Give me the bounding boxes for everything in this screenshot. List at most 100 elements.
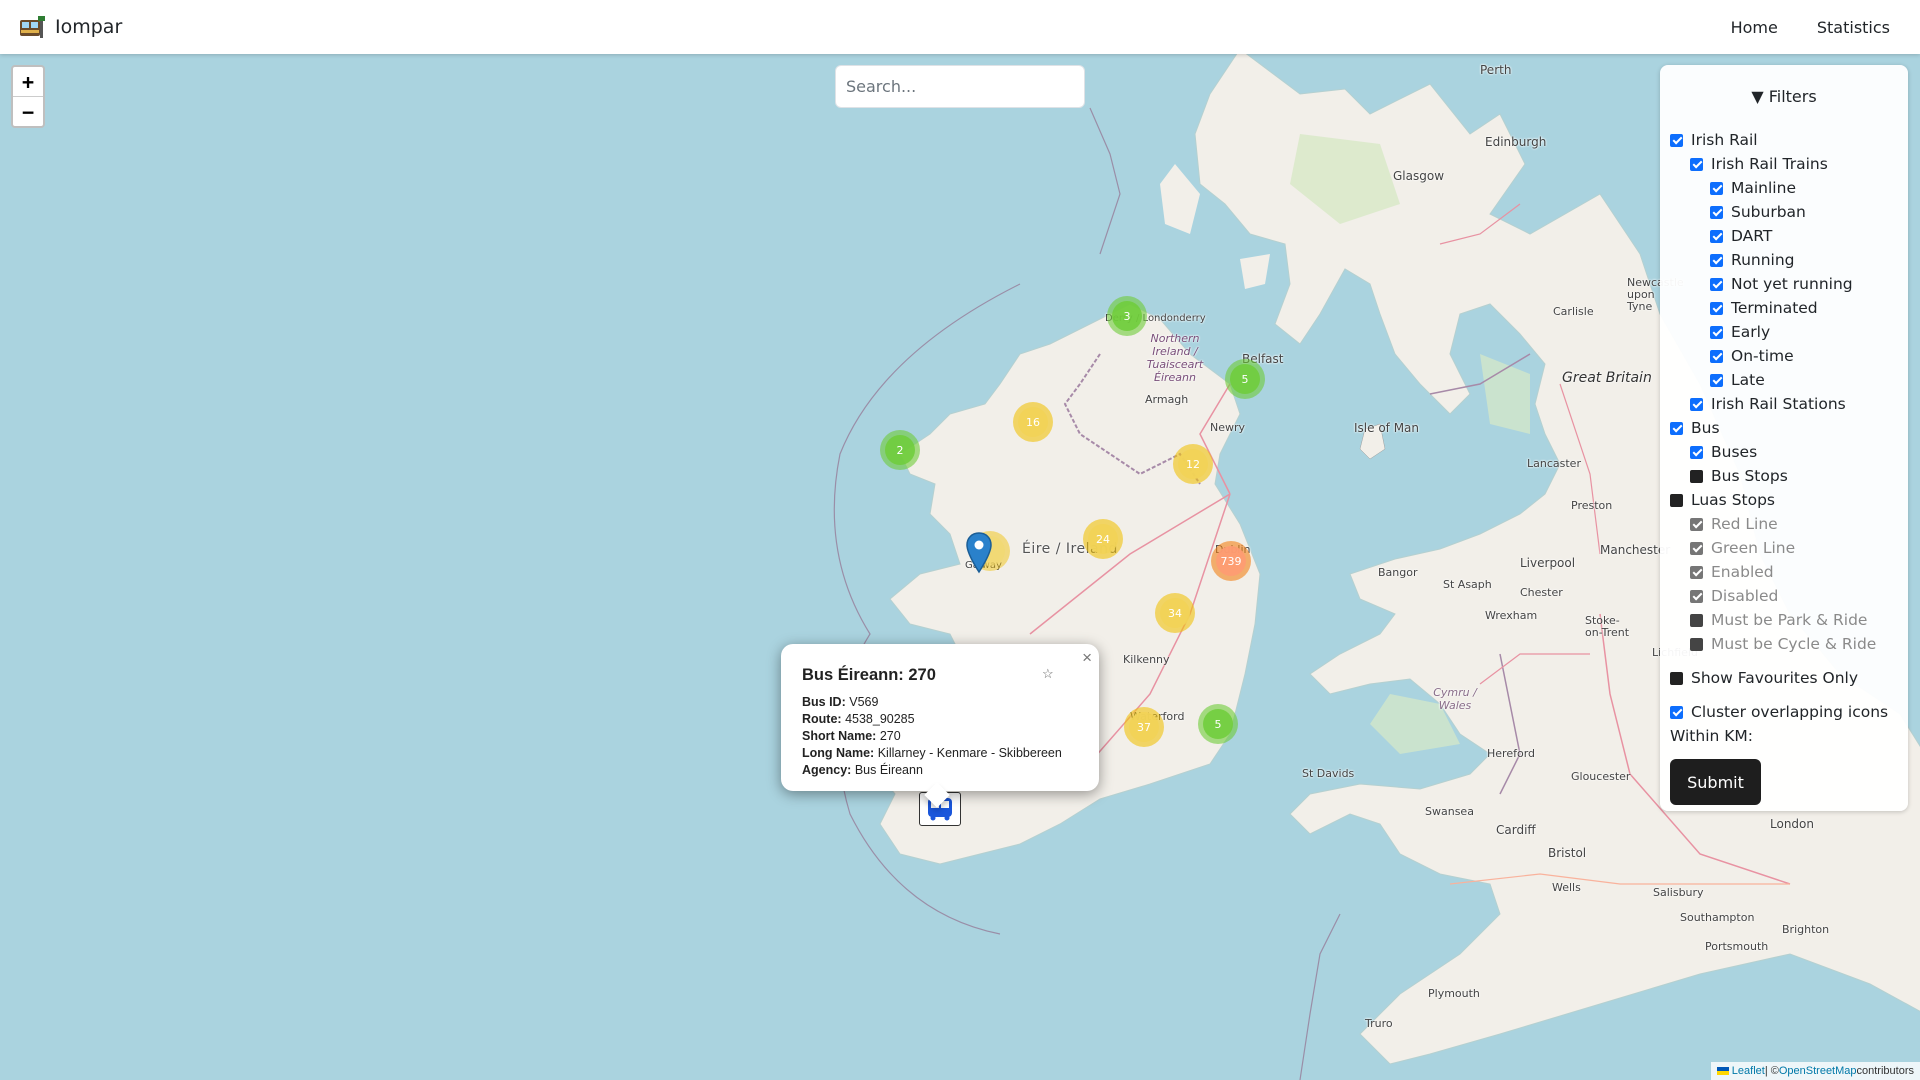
place-label: Salisbury <box>1653 886 1704 899</box>
cluster-marker[interactable]: 739 <box>1211 541 1251 581</box>
cluster-marker[interactable]: 12 <box>1173 444 1213 484</box>
filter-option[interactable]: Bus <box>1670 418 1720 438</box>
filter-checkbox <box>1690 589 1703 603</box>
filter-option[interactable]: On-time <box>1710 346 1794 366</box>
region-label: Northern Ireland / Tuaisceart Éireann <box>1146 332 1204 384</box>
close-icon[interactable]: × <box>1082 648 1092 668</box>
filter-checkbox[interactable] <box>1710 253 1723 267</box>
bus-info-popup: × Bus Éireann: 270 ☆ Bus ID: V569 Route:… <box>781 644 1099 808</box>
filter-option[interactable]: Cluster overlapping icons <box>1670 702 1888 722</box>
filter-checkbox[interactable] <box>1690 445 1703 459</box>
filter-checkbox[interactable] <box>1710 301 1723 315</box>
zoom-out-button[interactable]: − <box>13 97 43 126</box>
place-label: Newry <box>1210 421 1246 434</box>
leaflet-link[interactable]: Leaflet <box>1732 1065 1765 1077</box>
filter-option[interactable]: Buses <box>1690 442 1757 462</box>
filter-option[interactable]: Terminated <box>1710 298 1818 318</box>
filter-label: Terminated <box>1731 299 1818 317</box>
filter-checkbox[interactable] <box>1690 469 1703 483</box>
filter-option[interactable]: Early <box>1710 322 1770 342</box>
filter-label: DART <box>1731 227 1773 245</box>
brand[interactable]: Iompar <box>19 16 122 38</box>
nav-statistics-link[interactable]: Statistics <box>1817 18 1890 37</box>
filter-checkbox[interactable] <box>1670 671 1683 685</box>
favourite-star-icon[interactable]: ☆ <box>1042 666 1054 682</box>
place-label: Stoke-on-Trent <box>1585 614 1630 639</box>
filter-checkbox[interactable] <box>1710 205 1723 219</box>
filter-checkbox[interactable] <box>1710 277 1723 291</box>
search-input[interactable] <box>835 65 1085 108</box>
filter-option[interactable]: Bus Stops <box>1690 466 1788 486</box>
cluster-marker[interactable]: 24 <box>1083 519 1123 559</box>
filter-option[interactable]: DART <box>1710 226 1772 246</box>
filter-checkbox[interactable] <box>1670 133 1683 147</box>
filter-label: Show Favourites Only <box>1691 669 1859 687</box>
filter-checkbox[interactable] <box>1670 421 1683 435</box>
cluster-marker[interactable]: 3 <box>1107 296 1147 336</box>
filter-checkbox <box>1690 613 1703 627</box>
cluster-marker[interactable]: 34 <box>1155 593 1195 633</box>
filter-checkbox[interactable] <box>1670 493 1683 507</box>
filter-option[interactable]: Irish Rail Trains <box>1690 154 1828 174</box>
filter-checkbox <box>1690 541 1703 555</box>
filters-panel: ▼ Filters Irish Rail Irish Rail Trains Mai… <box>1660 65 1908 811</box>
filter-checkbox[interactable] <box>1670 705 1683 719</box>
filter-label: Irish Rail Stations <box>1711 395 1846 413</box>
filter-checkbox[interactable] <box>1710 349 1723 363</box>
filter-label: Suburban <box>1731 203 1806 221</box>
map-view[interactable]: Perth Edinburgh Glasgow Derry / Londonde… <box>0 54 1920 1080</box>
place-label: Plymouth <box>1428 987 1480 1000</box>
top-navbar: Iompar Home Statistics <box>0 0 1920 54</box>
filter-option[interactable]: Late <box>1710 370 1765 390</box>
submit-button[interactable]: Submit <box>1670 759 1761 805</box>
cluster-count: 739 <box>1216 546 1246 576</box>
filter-option[interactable]: Irish Rail <box>1670 130 1758 150</box>
location-pin-icon[interactable] <box>966 532 992 574</box>
filter-option[interactable]: Not yet running <box>1710 274 1853 294</box>
cluster-count: 3 <box>1112 301 1142 331</box>
cluster-marker[interactable]: 2 <box>880 430 920 470</box>
filter-option: Must be Park & Ride <box>1690 610 1867 630</box>
place-label: Swansea <box>1425 805 1474 818</box>
nav-links: Home Statistics <box>1731 0 1890 54</box>
filter-option[interactable]: Running <box>1710 250 1795 270</box>
filter-option[interactable]: Mainline <box>1710 178 1796 198</box>
filter-label: Enabled <box>1711 563 1774 581</box>
app-title: Iompar <box>55 16 123 38</box>
cluster-marker[interactable]: 5 <box>1225 359 1265 399</box>
filter-checkbox[interactable] <box>1710 325 1723 339</box>
filter-option[interactable]: Luas Stops <box>1670 490 1775 510</box>
filter-checkbox[interactable] <box>1710 373 1723 387</box>
filter-option: Red Line <box>1690 514 1778 534</box>
within-km-label: Within KM: <box>1670 727 1754 745</box>
filter-checkbox <box>1690 637 1703 651</box>
osm-link[interactable]: OpenStreetMap <box>1779 1065 1857 1077</box>
filter-checkbox[interactable] <box>1710 181 1723 195</box>
filter-label: Mainline <box>1731 179 1796 197</box>
cluster-marker[interactable]: 37 <box>1124 707 1164 747</box>
leaflet-flag-icon <box>1716 1067 1729 1075</box>
filter-option[interactable]: Suburban <box>1710 202 1806 222</box>
filter-checkbox[interactable] <box>1690 397 1703 411</box>
filter-checkbox[interactable] <box>1710 229 1723 243</box>
place-label: Edinburgh <box>1485 135 1547 149</box>
filters-toggle[interactable]: ▼ Filters <box>1660 87 1908 106</box>
region-label: Cymru / Wales <box>1433 686 1477 712</box>
bus-stop-logo-icon <box>20 16 45 38</box>
filter-label: Buses <box>1711 443 1758 461</box>
cluster-marker[interactable]: 5 <box>1198 704 1238 744</box>
filter-option: Must be Cycle & Ride <box>1690 634 1876 654</box>
zoom-in-button[interactable]: + <box>13 67 43 97</box>
cluster-marker[interactable]: 16 <box>1013 402 1053 442</box>
place-label: Bristol <box>1548 846 1587 860</box>
filter-label: Not yet running <box>1731 275 1853 293</box>
popup-field-long-name: Long Name: Killarney - Kenmare - Skibber… <box>802 746 1062 760</box>
filter-label: Must be Cycle & Ride <box>1711 635 1877 653</box>
nav-home-link[interactable]: Home <box>1731 18 1778 37</box>
filter-label: Cluster overlapping icons <box>1691 703 1889 721</box>
place-label: Glasgow <box>1393 169 1445 183</box>
popup-field-short-name: Short Name: 270 <box>802 729 901 743</box>
filter-checkbox[interactable] <box>1690 157 1703 171</box>
filter-option[interactable]: Show Favourites Only <box>1670 668 1858 688</box>
filter-option[interactable]: Irish Rail Stations <box>1690 394 1846 414</box>
